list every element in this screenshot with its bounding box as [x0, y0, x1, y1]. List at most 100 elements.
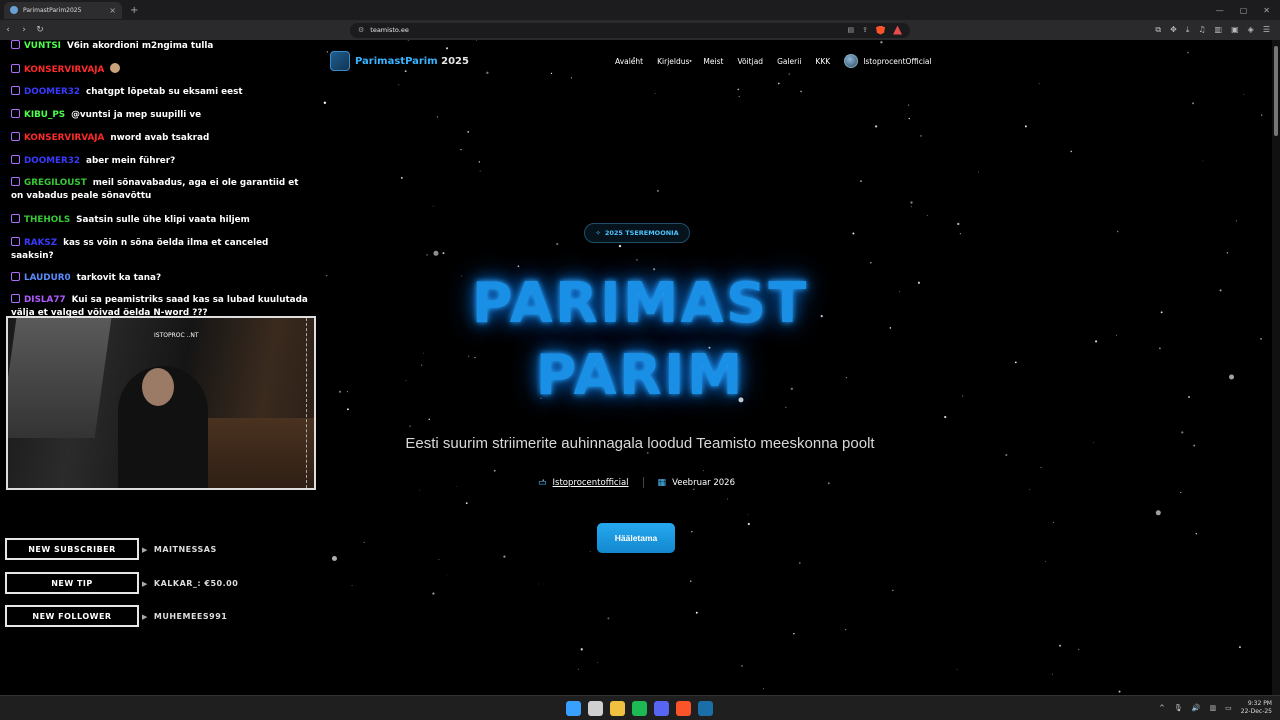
nav-kirjeldus[interactable]: Kirjeldus — [657, 57, 689, 66]
twitch-badge-icon — [11, 132, 20, 141]
star — [1059, 644, 1062, 647]
star — [845, 628, 847, 631]
hero-title: PARIMAST PARIM — [440, 268, 840, 412]
windows-icon[interactable] — [566, 701, 581, 716]
star — [432, 205, 434, 207]
star — [1195, 533, 1198, 535]
site-info-icon[interactable]: ⚙ — [358, 26, 364, 34]
chat-username: RAKSZ — [24, 238, 58, 248]
twitch-link[interactable]: Istoprocentofficial — [553, 478, 629, 488]
star — [433, 250, 439, 256]
wallet-icon[interactable]: ▣ — [1231, 25, 1239, 35]
minimize-button[interactable]: — — [1216, 6, 1224, 15]
nav-kkk[interactable]: KKK — [815, 57, 830, 66]
star — [1238, 646, 1241, 649]
music-icon[interactable]: ♫ — [1198, 25, 1205, 35]
star — [1160, 311, 1163, 314]
menu-icon[interactable]: ☰ — [1263, 25, 1270, 35]
chat-text: aber mein führer? — [86, 156, 176, 166]
url-text[interactable]: teamisto.ee — [370, 26, 409, 34]
browser-toolbar: ‹ › ↻ ⚙ teamisto.ee ▤ ⇪ ⧉ ✥ ⤓ ♫ ▥ ▣ ◈ ☰ — [0, 20, 1280, 40]
star — [1118, 690, 1121, 693]
twitch-badge-icon — [11, 40, 20, 49]
extension-icon[interactable]: ⧉ — [1155, 25, 1161, 35]
maximize-button[interactable]: ▢ — [1240, 6, 1248, 15]
star — [1229, 374, 1235, 380]
back-icon[interactable]: ‹ — [0, 25, 16, 35]
download-icon[interactable]: ⤓ — [1186, 25, 1190, 35]
ceremony-badge: ✧ 2025 TSEREMOONIA — [584, 223, 690, 243]
nav-galerii[interactable]: Galerii — [777, 57, 801, 66]
star — [944, 415, 947, 419]
nav-voitjad[interactable]: Võitjad — [737, 57, 763, 66]
site-logo[interactable]: ParimastParim 2025 — [330, 51, 469, 71]
star — [580, 648, 583, 651]
battery-icon[interactable]: ▭ — [1225, 704, 1232, 712]
vpn-icon[interactable]: ◈ — [1248, 25, 1254, 35]
star — [1192, 102, 1195, 105]
star — [763, 688, 765, 690]
meta-divider — [642, 477, 644, 488]
star — [423, 352, 424, 354]
page-scrollbar[interactable] — [1272, 40, 1280, 695]
twitch-badge-icon — [11, 109, 20, 118]
taskbar-apps — [566, 701, 713, 716]
steam-icon[interactable] — [698, 701, 713, 716]
brave-shields-icon[interactable] — [876, 25, 885, 35]
reload-icon[interactable]: ↻ — [32, 25, 48, 35]
address-bar[interactable]: ⚙ teamisto.ee ▤ ⇪ — [350, 22, 910, 38]
speaker-icon[interactable]: 🔊 — [1192, 704, 1201, 712]
reader-icon[interactable]: ▤ — [848, 26, 855, 34]
brave-rewards-icon[interactable] — [893, 25, 902, 35]
hero-meta: ▭ Istoprocentofficial ▦ Veebruar 2026 — [538, 477, 735, 488]
star — [597, 661, 598, 663]
main-menu: Avaleht Kirjeldus Meist Võitjad Galerii … — [615, 54, 932, 68]
site-favicon-icon — [10, 6, 18, 14]
explorer-icon[interactable] — [610, 701, 625, 716]
star — [899, 291, 901, 293]
clock[interactable]: 9:32 PM 22-Dec-25 — [1241, 700, 1272, 716]
twitch-badge-icon — [11, 177, 20, 186]
brave-icon[interactable] — [676, 701, 691, 716]
star — [607, 617, 610, 620]
search-icon[interactable] — [588, 701, 603, 716]
star — [747, 514, 749, 516]
new-tab-button[interactable]: + — [130, 5, 138, 16]
user-name: IstoprocentOfficial — [863, 56, 932, 66]
mic-icon[interactable]: 🎙 — [1174, 704, 1183, 712]
scrollbar-thumb[interactable] — [1274, 46, 1278, 136]
hero-subtitle: Eesti suurim striimerite auhinnagala loo… — [405, 435, 875, 452]
share-icon[interactable]: ⇪ — [862, 26, 868, 34]
window-close-button[interactable]: ✕ — [1263, 6, 1270, 15]
star — [656, 189, 659, 192]
star — [910, 201, 913, 204]
star — [647, 452, 649, 454]
tab-parimastparim[interactable]: ParimastParim2025 × — [4, 1, 122, 19]
tray-chevron-icon[interactable]: ^ — [1159, 704, 1165, 712]
spotify-icon[interactable] — [632, 701, 647, 716]
twitch-badge-icon — [11, 64, 20, 73]
network-icon[interactable]: ▥ — [1210, 704, 1217, 712]
chat-message: DOOMER32 aber mein führer? — [11, 155, 313, 168]
nav-meist[interactable]: Meist — [703, 57, 723, 66]
discord-icon[interactable] — [654, 701, 669, 716]
star — [1038, 83, 1040, 85]
avatar — [844, 54, 859, 68]
user-menu[interactable]: IstoprocentOfficial — [844, 54, 932, 68]
star — [695, 611, 698, 614]
twitch-icon: ▭ — [538, 477, 547, 488]
star — [478, 161, 481, 163]
chat-message: VUNTSI V6in akordioni m2ngima tulla — [11, 40, 313, 53]
sidebar-icon[interactable]: ▥ — [1215, 25, 1223, 35]
nav-avaleht[interactable]: Avaleht — [615, 57, 643, 66]
star — [959, 233, 961, 235]
star — [407, 40, 410, 41]
star — [419, 489, 420, 491]
star — [703, 470, 705, 472]
star — [338, 390, 342, 393]
tab-close-icon[interactable]: × — [109, 6, 116, 15]
puzzle-icon[interactable]: ✥ — [1170, 25, 1177, 35]
forward-icon[interactable]: › — [16, 25, 32, 35]
vote-button[interactable]: Hääletama — [597, 523, 675, 553]
star — [1159, 347, 1161, 350]
